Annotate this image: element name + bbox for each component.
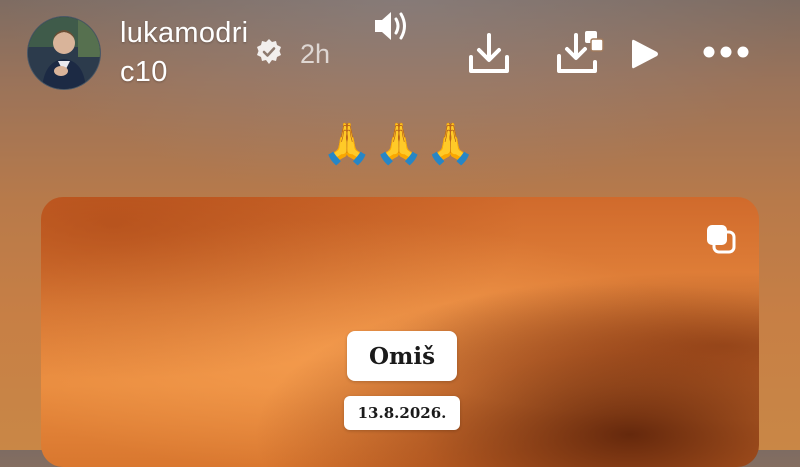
download-all-icon[interactable]	[555, 29, 605, 77]
more-icon[interactable]	[702, 42, 750, 62]
play-icon[interactable]	[628, 36, 662, 72]
username[interactable]: lukamodric10	[120, 14, 250, 92]
multiple-items-icon	[703, 221, 739, 257]
media-date: 13.8.2026.	[357, 404, 447, 422]
story-header: lukamodric10 2h	[0, 0, 800, 110]
post-time: 2h	[300, 39, 331, 69]
story-media[interactable]: Omiš 13.8.2026.	[41, 197, 759, 467]
verified-badge-icon	[254, 37, 284, 67]
media-date-label: 13.8.2026.	[344, 396, 460, 430]
download-icon[interactable]	[466, 31, 512, 77]
media-title: Omiš	[368, 342, 436, 370]
media-title-label: Omiš	[347, 331, 457, 381]
caption-emoji: 🙏🙏🙏	[322, 122, 478, 166]
speaker-icon[interactable]	[372, 8, 410, 44]
avatar[interactable]	[27, 16, 101, 90]
